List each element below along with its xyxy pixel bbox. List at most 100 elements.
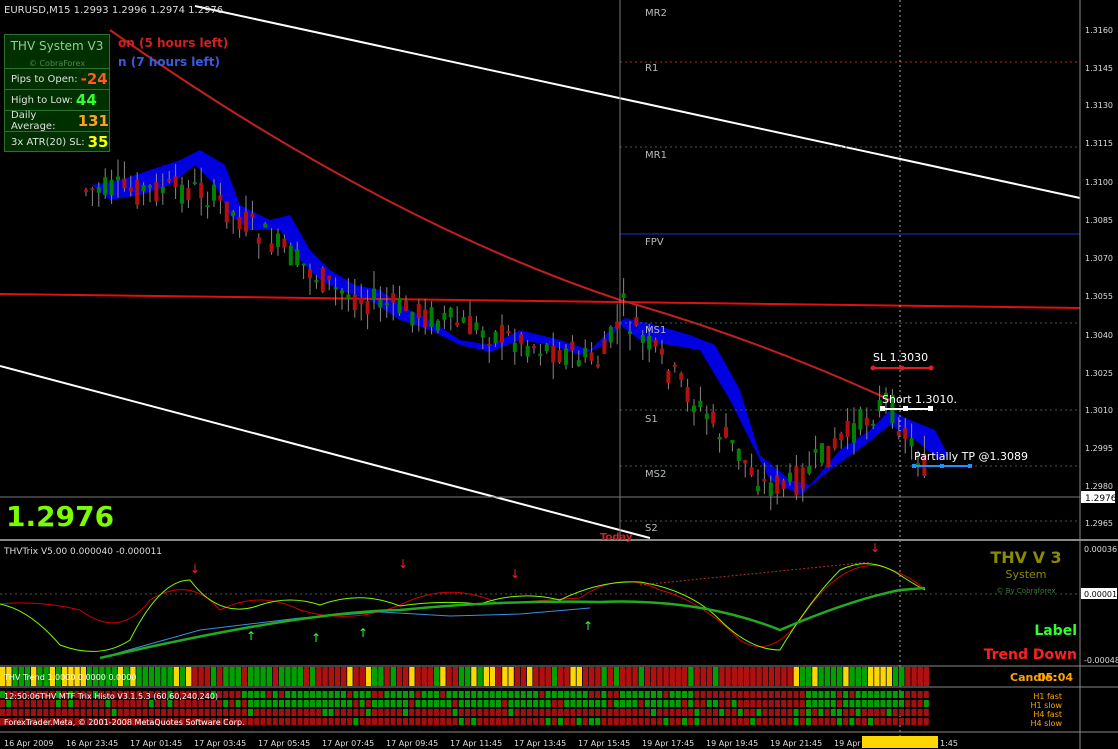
- candle-body: [647, 335, 652, 350]
- mtf-cell: [713, 718, 718, 725]
- trend-cell: [855, 667, 861, 686]
- mtf-cell: [607, 691, 613, 698]
- trend-cell: [396, 667, 403, 686]
- trend-cell: [372, 667, 378, 686]
- mtf-cell: [651, 718, 656, 725]
- pivot-label: MS1: [645, 325, 666, 336]
- mtf-cell: [341, 709, 346, 716]
- mtf-cell: [533, 718, 539, 725]
- svg-text:↑: ↑: [358, 626, 368, 640]
- trend-cell: [682, 667, 688, 686]
- mtf-cell: [626, 691, 632, 698]
- mtf-cell: [545, 691, 551, 698]
- trend-cell: [768, 667, 775, 686]
- candle-body: [167, 179, 172, 182]
- mtf-cell: [303, 700, 309, 707]
- mtf-cell: [142, 709, 148, 716]
- mtf-cell: [465, 691, 470, 698]
- info-row-daily-average: Daily Average: 131: [5, 110, 109, 132]
- candle-body: [576, 360, 581, 367]
- mtf-cell: [657, 691, 663, 698]
- mtf-cell: [396, 691, 402, 698]
- candle-body: [717, 436, 722, 440]
- mtf-cell: [303, 709, 309, 716]
- candle-body: [858, 408, 863, 430]
- mtf-cell: [756, 700, 762, 707]
- mtf-cell: [923, 718, 929, 725]
- mtf-cell: [843, 718, 849, 725]
- candle-body: [96, 187, 101, 193]
- chart-canvas[interactable]: 1.3160 1.3145 1.3130 1.3115 1.3100 1.3085 1.30…: [0, 0, 1118, 749]
- mtf-cell: [248, 691, 253, 698]
- candle-body: [762, 479, 767, 482]
- today-label: Today: [600, 532, 633, 543]
- mtf-cell: [285, 691, 291, 698]
- indicator-axis-bottom: -0.00048: [1084, 656, 1118, 665]
- mtf-cell: [657, 709, 663, 716]
- mtf-cell: [899, 691, 904, 698]
- trend-cell: [334, 667, 341, 686]
- mtf-cell: [892, 709, 898, 716]
- mtf-cell: [359, 691, 365, 698]
- mtf-cell: [663, 700, 669, 707]
- trend-cell: [607, 667, 613, 686]
- mtf-cell: [18, 700, 24, 707]
- candle-body: [474, 322, 479, 331]
- mtf-cell: [62, 709, 67, 716]
- mtf-cell: [837, 718, 842, 725]
- mtf-cell: [620, 709, 625, 716]
- trend-cell: [347, 667, 353, 686]
- trend-cell: [824, 667, 830, 686]
- red-session-text: on (5 hours left): [118, 36, 228, 50]
- svg-text:↑: ↑: [311, 631, 321, 645]
- mtf-cell: [12, 700, 18, 707]
- time-axis[interactable]: 16 Apr 2009 16 Apr 23:45 17 Apr 01:45 17 Ap…: [4, 739, 958, 748]
- mtf-cell: [632, 700, 638, 707]
- mtf-cell: [793, 709, 799, 716]
- mtf-cell: [421, 700, 427, 707]
- candle-body: [308, 269, 312, 279]
- trend-cell: [303, 667, 310, 686]
- mtf-cell: [731, 718, 737, 725]
- trend-cell: [750, 667, 756, 686]
- mtf-cell: [638, 709, 644, 716]
- mtf-cell: [781, 709, 787, 716]
- mtf-cell: [793, 691, 799, 698]
- mtf-cell: [192, 700, 198, 707]
- mtf-cell: [254, 691, 260, 698]
- mtf-cell: [272, 709, 278, 716]
- mtf-cell: [582, 709, 588, 716]
- signal-label: Label: [1034, 623, 1077, 639]
- mtf-cell: [911, 709, 917, 716]
- trend-cell: [179, 667, 186, 686]
- info-row-atr-sl: 3x ATR(20) SL: 35: [5, 131, 109, 152]
- mtf-cell: [607, 700, 613, 707]
- mtf-cell: [235, 709, 241, 716]
- mtf-cell: [372, 709, 377, 716]
- price-axis[interactable]: 1.3160 1.3145 1.3130 1.3115 1.3100 1.3085 1.30…: [1085, 26, 1113, 528]
- svg-text:↑: ↑: [583, 619, 593, 633]
- mtf-cell: [390, 718, 396, 725]
- mtf-cell: [446, 700, 452, 707]
- mtf-cell: [638, 700, 644, 707]
- trend-cell: [694, 667, 700, 686]
- mtf-cell: [291, 709, 297, 716]
- trend-cell: [440, 667, 446, 686]
- trend-cell: [533, 667, 539, 686]
- candle-body: [461, 317, 466, 323]
- mtf-cell: [923, 700, 929, 707]
- mtf-cell: [533, 709, 539, 716]
- mtf-cell: [372, 691, 377, 698]
- mtf-cell: [675, 709, 681, 716]
- trend-cell: [483, 667, 489, 686]
- mtf-cell: [675, 700, 681, 707]
- current-price-big: 1.2976: [6, 500, 115, 533]
- mtf-cell: [675, 718, 681, 725]
- mtf-cell: [706, 718, 712, 725]
- mtf-cell: [465, 718, 470, 725]
- mtf-cell: [186, 700, 191, 707]
- mtf-cell: [657, 718, 663, 725]
- mtf-cell: [849, 718, 855, 725]
- candle-body: [493, 331, 498, 344]
- mtf-cell: [626, 718, 632, 725]
